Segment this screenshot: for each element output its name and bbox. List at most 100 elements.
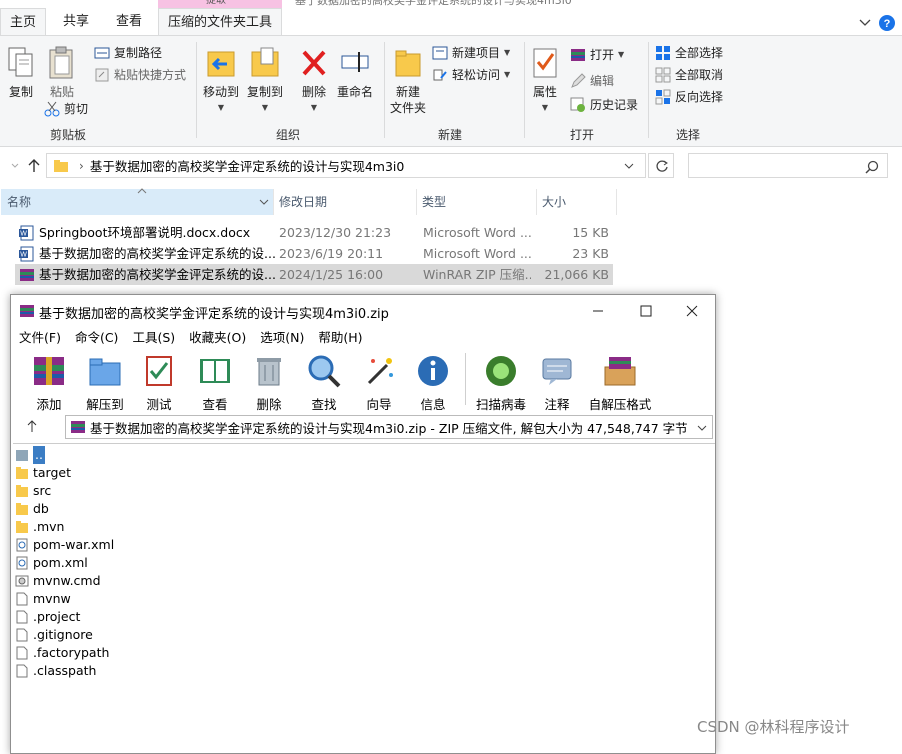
tab-compressed-folder-tools[interactable]: 压缩的文件夹工具 [158,8,282,35]
file-icon [16,664,28,678]
archive-path-text: 基于数据加密的高校奖学金评定系统的设计与实现4m3i0.zip - ZIP 压缩… [90,420,688,436]
item-name: .classpath [33,663,97,678]
archive-path-dropdown[interactable]: 基于数据加密的高校奖学金评定系统的设计与实现4m3i0.zip - ZIP 压缩… [65,415,713,439]
easy-access-label: 轻松访问 [452,68,501,82]
file-row[interactable]: W 基于数据加密的高校奖学金评定系统的设... 2023/6/19 20:11 … [15,243,613,264]
svg-text:W: W [20,231,27,238]
paste-shortcut-button[interactable]: 粘贴快捷方式 [94,66,186,83]
search-input[interactable] [688,153,888,178]
easy-access-button[interactable]: 轻松访问 ▼ [432,66,510,83]
copy-path-button[interactable]: 复制路径 [94,44,162,61]
list-item[interactable]: mvnw [15,590,71,608]
minimize-icon[interactable] [591,305,605,317]
column-name-label: 名称 [7,195,32,209]
column-header-type[interactable]: 类型 [416,189,536,215]
tab-view[interactable]: 查看 [104,8,154,35]
file-type: WinRAR ZIP 压缩... [423,267,531,282]
cut-button[interactable]: 剪切 [44,100,88,117]
file-row-selected[interactable]: 基于数据加密的高校奖学金评定系统的设... 2024/1/25 16:00 Wi… [15,264,613,285]
list-item[interactable]: pom-war.xml [15,536,114,554]
comment-button[interactable]: 注释 [531,353,583,413]
new-folder-label-1: 新建 [395,85,420,99]
list-item[interactable]: .gitignore [15,626,93,644]
list-item-parent[interactable]: .. [15,446,45,464]
chevron-down-icon: ▼ [504,48,511,57]
delete-button[interactable]: 删除 ▼ [296,46,332,113]
maximize-icon[interactable] [639,305,653,317]
list-item[interactable]: target [15,464,71,482]
edit-icon [571,72,586,88]
close-icon[interactable] [685,305,699,317]
refresh-button[interactable] [648,153,674,178]
menu-tools[interactable]: 工具(S) [132,327,175,349]
ribbon-right-controls: ? [856,14,896,35]
up-arrow-icon[interactable] [26,158,42,174]
rename-label: 重命名 [336,85,373,99]
xml-file-icon [16,556,28,570]
invert-selection-button[interactable]: 反向选择 [655,88,723,105]
paste-button[interactable]: 粘贴 [44,46,80,99]
virus-scan-button[interactable]: 扫描病毒 [473,353,529,413]
extract-to-button[interactable]: 解压到 [79,353,131,413]
select-all-label: 全部选择 [675,46,724,60]
tab-home[interactable]: 主页 [0,8,46,35]
column-header-name[interactable]: 名称 [1,188,273,215]
file-row[interactable]: W Springboot环境部署说明.docx.docx 2023/12/30 … [15,222,613,243]
menu-favorites[interactable]: 收藏夹(O) [189,327,246,349]
new-item-button[interactable]: 新建项目 ▼ [432,44,510,61]
magnifier-icon [308,355,341,388]
edit-button[interactable]: 编辑 [570,72,614,89]
new-folder-button[interactable]: 新建 文件夹 [388,46,428,115]
list-item[interactable]: src [15,482,51,500]
move-to-button[interactable]: 移动到 ▼ [200,46,242,113]
copy-to-button[interactable]: 复制到 ▼ [244,46,286,113]
column-header-size[interactable]: 大小 [536,189,616,215]
list-item[interactable]: .factorypath [15,644,109,662]
select-all-button[interactable]: 全部选择 [655,44,723,61]
item-name: src [33,483,52,498]
list-item[interactable]: mvnw.cmd [15,572,101,590]
delete-archive-button[interactable]: 删除 [243,353,295,413]
properties-icon [533,48,557,78]
rename-button[interactable]: 重命名 [334,46,376,99]
test-button[interactable]: 测试 [133,353,185,413]
chevron-down-icon[interactable] [623,161,635,171]
file-name: 基于数据加密的高校奖学金评定系统的设... [39,246,276,261]
list-item[interactable]: db [15,500,49,518]
list-item[interactable]: .mvn [15,518,64,536]
rename-icon [341,52,369,72]
file-icon [16,592,28,606]
file-date: 2023/12/30 21:23 [279,225,392,240]
xml-file-icon [16,538,28,552]
ribbon-divider [196,42,197,138]
sfx-button[interactable]: 自解压格式 [587,353,653,413]
column-header-date[interactable]: 修改日期 [273,189,416,215]
winrar-icon [71,421,85,433]
tab-share[interactable]: 共享 [52,8,100,35]
file-list-header: 名称 修改日期 类型 大小 [0,188,620,215]
find-button[interactable]: 查找 [298,353,350,413]
menu-file[interactable]: 文件(F) [19,327,61,349]
properties-button[interactable]: 属性 ▼ [528,46,562,113]
up-arrow-icon[interactable] [25,419,39,433]
ribbon-divider [524,42,525,138]
copy-button[interactable]: 复制 [4,46,38,99]
menu-commands[interactable]: 命令(C) [75,327,118,349]
open-button[interactable]: 打开 ▼ [570,46,624,63]
history-button[interactable]: 历史记录 [570,96,638,113]
wizard-button[interactable]: 向导 [353,353,405,413]
info-button[interactable]: 信息 [407,353,459,413]
add-button[interactable]: 添加 [23,353,75,413]
back-arrow-icon[interactable] [8,159,22,173]
select-none-button[interactable]: 全部取消 [655,66,723,83]
list-item[interactable]: .project [15,608,80,626]
address-bar[interactable]: › 基于数据加密的高校奖学金评定系统的设计与实现4m3i0 [46,153,646,178]
sfx-label: 自解压格式 [588,397,652,412]
view-button[interactable]: 查看 [189,353,241,413]
menu-options[interactable]: 选项(N) [260,327,304,349]
chevron-down-icon: ▼ [261,103,269,112]
list-item[interactable]: .classpath [15,662,96,680]
select-none-icon [655,67,671,82]
menu-help[interactable]: 帮助(H) [318,327,362,349]
list-item[interactable]: pom.xml [15,554,88,572]
